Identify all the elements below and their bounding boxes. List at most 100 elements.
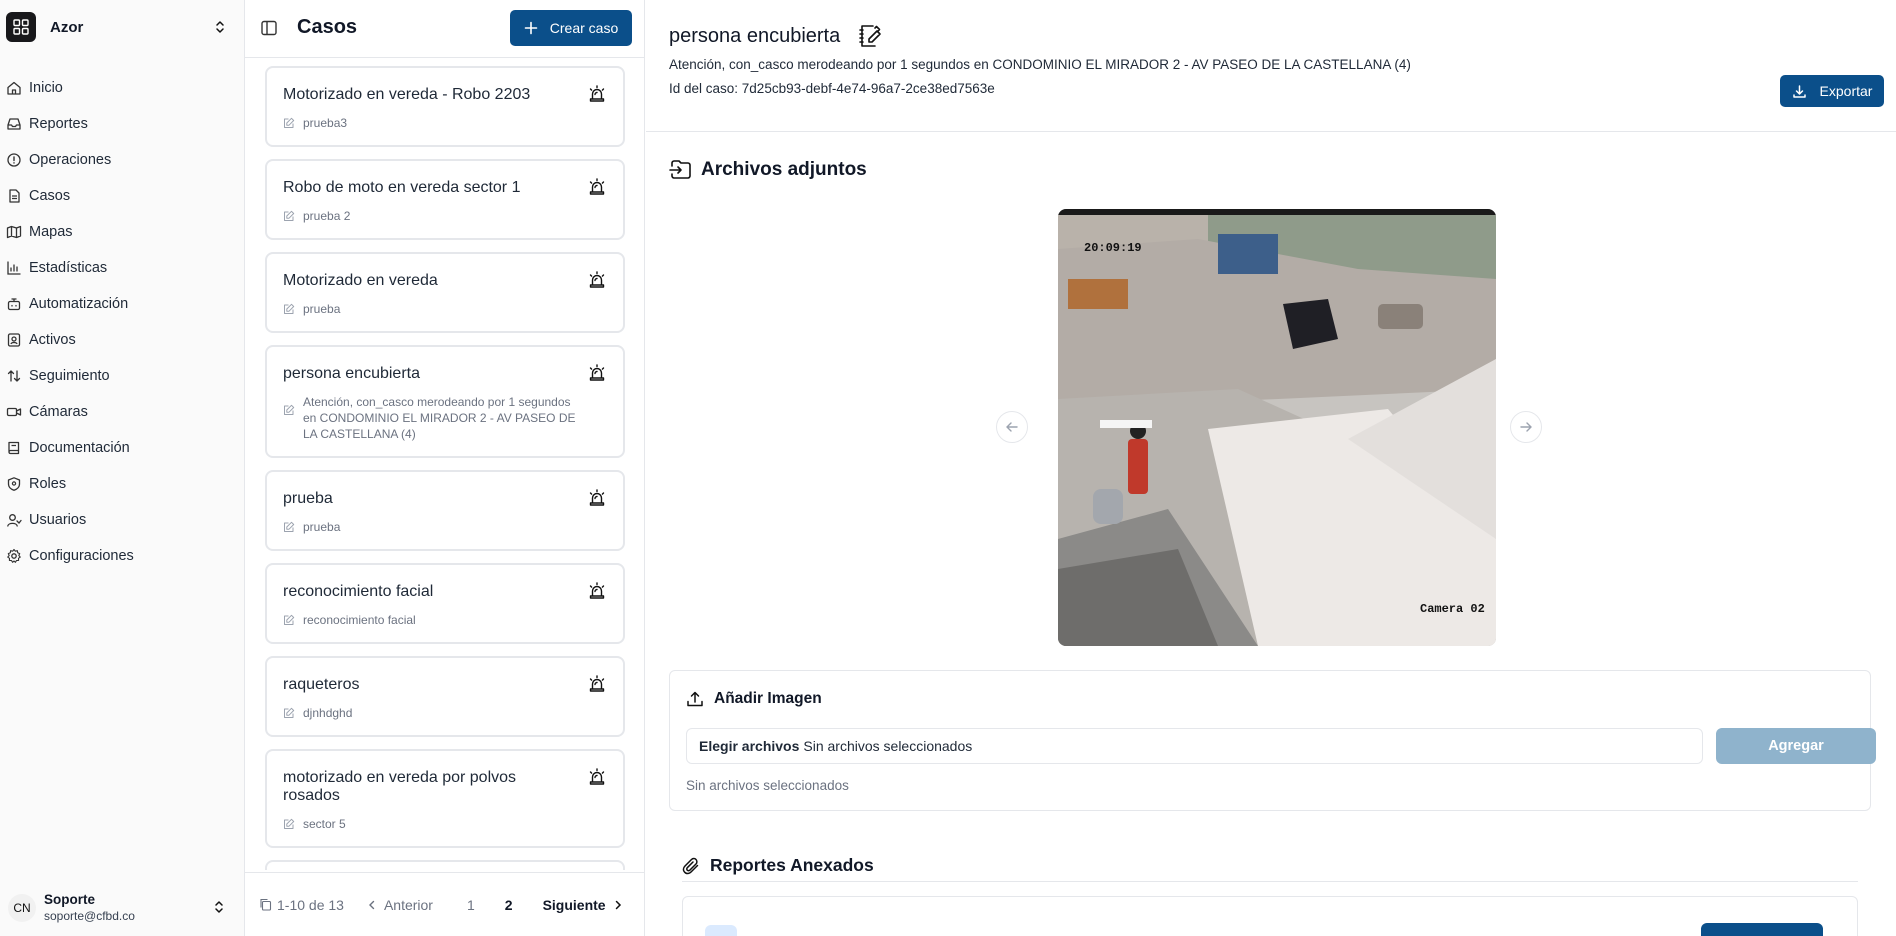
siren-icon [589,768,605,785]
arrow-right-icon [1520,422,1532,432]
download-icon [1792,84,1806,98]
previous-page-button[interactable]: Anterior [366,897,433,913]
book-icon [8,441,20,455]
previous-label: Anterior [383,896,433,913]
user-email: soporte@cfbd.co [44,909,135,923]
app-logo-icon [6,12,36,42]
inbox-icon [7,118,21,130]
case-description: Atención, con_casco merodeando por 1 seg… [669,57,1411,72]
case-description: prueba 2 [303,209,351,223]
case-title: reconocimiento facial [283,583,434,600]
sidebar-item-label: Cámaras [29,404,88,420]
user-name: Soporte [44,892,96,907]
sidebar-item-label: Casos [29,188,71,204]
case-card[interactable]: raqueteros djnhdghd [265,656,625,737]
sidebar-item-seguimiento[interactable]: Seguimiento [0,358,245,394]
page-title: Casos [297,16,358,38]
sidebar-item-mapas[interactable]: Mapas [0,214,245,250]
case-detail: persona encubierta Atención, con_casco m… [646,0,1896,936]
sidebar-item-label: Configuraciones [29,548,134,564]
home-icon [7,81,21,95]
export-button[interactable]: Exportar [1780,75,1884,107]
sidebar-item-label: Automatización [29,296,129,312]
chevron-left-icon [368,900,375,909]
arrows-updown-icon [7,370,21,382]
case-card[interactable]: Motorizado en vereda - Robo 2203 prueba3 [265,66,625,147]
sidebar-item-configuraciones[interactable]: Configuraciones [0,538,245,574]
page-range-text: 1-10 de 13 [277,896,344,913]
previous-image-button[interactable] [996,411,1028,443]
case-title: Robo de moto en vereda sector 1 [283,179,521,196]
plus-icon [524,21,538,35]
file-status: Sin archivos seleccionados [803,738,973,754]
camera-label: Camera 02 [1420,602,1485,616]
sidebar-item-activos[interactable]: Activos [0,322,245,358]
sidebar-item-label: Documentación [29,440,130,456]
sidebar-item-label: Activos [29,332,76,348]
notebook-edit-icon[interactable] [856,22,884,50]
create-case-button[interactable]: Crear caso [510,10,632,46]
sidebar-item-casos[interactable]: Casos [0,178,245,214]
create-case-label: Crear caso [549,20,619,36]
add-button[interactable]: Agregar [1716,728,1876,764]
sidebar-item-inicio[interactable]: Inicio [0,70,245,106]
case-description: sector 5 [303,817,346,831]
siren-icon [589,675,605,692]
siren-icon [589,489,605,506]
workspace-switcher[interactable]: Azor [6,12,228,42]
sidebar-item-operaciones[interactable]: Operaciones [0,142,245,178]
page-1-button[interactable]: 1 [467,897,475,913]
pagination: 1-10 de 13 Anterior 1 2 Siguiente [245,872,645,936]
case-list[interactable]: Motorizado en vereda - Robo 2203 prueba3… [265,66,625,870]
sidebar-item-estadisticas[interactable]: Estadísticas [0,250,245,286]
case-id: Id del caso: 7d25cb93-debf-4e74-96a7-2ce… [669,81,995,96]
file-input-icon [669,160,691,179]
case-card[interactable]: motorizado en vereda por polvos rosados … [265,749,625,848]
paperclip-icon [682,857,699,874]
case-title: prueba [283,490,333,507]
case-card-active[interactable]: persona encubierta Atención, con_casco m… [265,345,625,458]
sidebar-item-automatizacion[interactable]: Automatización [0,286,245,322]
sidebar-item-camaras[interactable]: Cámaras [0,394,245,430]
divider [682,881,1858,882]
camera-icon [6,407,22,417]
edit-icon [284,521,295,532]
case-description: Atención, con_casco merodeando por 1 seg… [303,395,576,441]
avatar: CN [8,894,36,922]
go-to-report-button[interactable]: Ir Al Reporte [1701,923,1823,936]
next-image-button[interactable] [1510,411,1542,443]
case-description: prueba3 [303,116,348,130]
toggle-sidebar-icon[interactable] [260,19,278,37]
page-range: 1-10 de 13 [259,897,344,913]
edit-icon [284,210,295,221]
map-icon [6,225,22,239]
next-page-button[interactable]: Siguiente [543,897,624,913]
case-title-heading: persona encubierta [669,24,841,47]
camera-snapshot: 20:09:19 Camera 02 [1058,209,1496,646]
case-card[interactable]: reconocimiento facial reconocimiento fac… [265,563,625,644]
gear-icon [7,548,21,563]
edit-icon [284,404,295,415]
sidebar-item-roles[interactable]: Roles [0,466,245,502]
alert-circle-icon [7,153,21,167]
attachments-title: Archivos adjuntos [701,159,867,180]
case-card[interactable]: Motorizado en vereda prueba [265,252,625,333]
choose-files-button[interactable]: Elegir archivos [699,738,799,754]
shield-icon [7,477,21,491]
sidebar-item-label: Seguimiento [29,368,110,384]
sidebar-item-documentacion[interactable]: Documentación [0,430,245,466]
file-input[interactable]: Elegir archivos Sin archivos seleccionad… [686,728,1703,764]
case-card[interactable]: prueba prueba [265,470,625,551]
sidebar-item-usuarios[interactable]: Usuarios [0,502,245,538]
copy-icon [260,898,272,911]
page-2-button[interactable]: 2 [505,897,513,913]
case-card[interactable]: Robo de moto en vereda sector 1 prueba 2 [265,159,625,240]
case-card[interactable] [265,860,625,870]
sidebar-item-label: Inicio [29,80,63,96]
add-image-card: Añadir Imagen Elegir archivos Sin archiv… [669,670,1876,811]
detail-header: persona encubierta Atención, con_casco m… [646,0,1896,132]
sidebar-item-reportes[interactable]: Reportes [0,106,245,142]
chevron-updown-icon [212,19,228,35]
user-menu[interactable]: CN Soporte soporte@cfbd.co [0,880,245,936]
upload-icon [687,691,703,707]
